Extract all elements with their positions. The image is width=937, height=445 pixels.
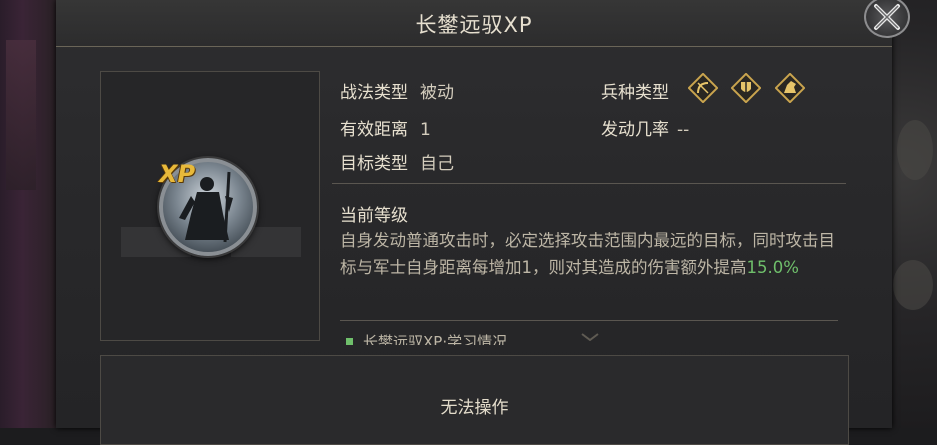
target-value: 自己 [420, 154, 454, 174]
bow-troop-icon [688, 73, 718, 103]
shield-troop-icon [731, 73, 761, 103]
target-label: 目标类型 [340, 154, 408, 174]
xp-badge: XP [159, 160, 196, 188]
skill-description: 自身发动普通攻击时，必定选择攻击范围内最远的目标，同时攻击目标与军士自身距离每增… [340, 227, 840, 281]
current-level-heading: 当前等级 [340, 206, 408, 226]
range-value: 1 [420, 120, 431, 140]
cavalry-troop-icon [775, 73, 805, 103]
background-left [0, 0, 56, 428]
trigger-rate-row: 发动几率 -- [601, 115, 689, 140]
target-row: 目标类型 自己 [340, 149, 454, 174]
chevron-down-icon[interactable] [580, 333, 600, 341]
panel-title: 长鐢远驭XP [415, 13, 533, 37]
trigger-rate-label: 发动几率 [601, 120, 669, 140]
action-button[interactable]: 无法操作 [100, 355, 849, 445]
background-decoration [6, 40, 36, 190]
background-decoration [893, 260, 933, 310]
tactic-type-value: 被动 [420, 83, 454, 103]
tactic-type-row: 战法类型 被动 [340, 78, 454, 103]
trigger-rate-value: -- [677, 120, 690, 140]
action-label: 无法操作 [440, 398, 509, 418]
range-label: 有效距离 [340, 120, 408, 140]
bullet-icon [346, 338, 353, 345]
close-icon [874, 4, 900, 30]
range-row: 有效距离 1 [340, 115, 431, 140]
learn-status-item[interactable]: 长鐢远驭XP·学习情况 [346, 331, 507, 345]
damage-bonus-value: 15.0% [746, 258, 799, 277]
tactic-type-label: 战法类型 [340, 83, 408, 103]
background-right [889, 0, 937, 428]
title-bar: 长鐢远驭XP [56, 0, 892, 47]
divider [340, 320, 838, 321]
divider [332, 183, 846, 184]
background-decoration [897, 120, 933, 180]
troop-type-label: 兵种类型 [601, 83, 669, 103]
learn-status-label: 长鐢远驭XP·学习情况 [363, 333, 508, 345]
troop-type-row: 兵种类型 [601, 78, 669, 103]
skill-portrait-box: XP [100, 71, 320, 341]
